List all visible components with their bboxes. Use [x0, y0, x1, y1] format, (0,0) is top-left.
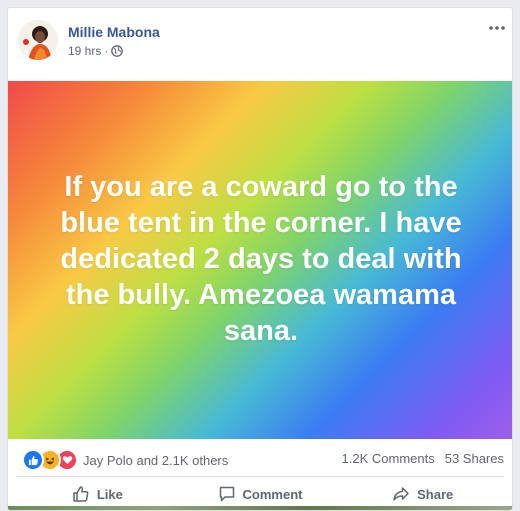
author-name[interactable]: Millie Mabona: [68, 24, 160, 40]
more-options-icon[interactable]: [486, 20, 508, 36]
like-label: Like: [96, 486, 123, 502]
comment-icon: [219, 486, 234, 502]
comments-count[interactable]: 1.2K Comments: [342, 451, 435, 466]
thumbs-up-icon: [73, 486, 89, 502]
reaction-summary[interactable]: Jay Polo and 2.1K others: [22, 449, 228, 471]
like-icon: [22, 449, 44, 471]
reaction-summary-text[interactable]: Jay Polo and 2.1K others: [83, 453, 228, 468]
globe-icon[interactable]: [111, 45, 124, 57]
profile-photo: [18, 20, 58, 60]
post-header: Millie Mabona 19 hrs ·: [8, 8, 512, 78]
avatar[interactable]: [18, 20, 58, 60]
share-label: Share: [417, 486, 454, 502]
shares-count[interactable]: 53 Shares: [445, 451, 504, 466]
post-meta: 19 hrs ·: [68, 44, 124, 58]
share-icon: [393, 487, 409, 501]
taskbar-edge: [8, 506, 512, 510]
post-card: Millie Mabona 19 hrs · If you are a cowa…: [7, 7, 513, 511]
gradient-status-background: If you are a coward go to the blue tent …: [8, 81, 512, 439]
post-text: If you are a coward go to the blue tent …: [60, 171, 462, 347]
comment-label: Comment: [242, 486, 303, 502]
post-time[interactable]: 19 hrs: [68, 44, 101, 58]
meta-separator: ·: [104, 44, 109, 58]
engagement-counts: 1.2K Comments 53 Shares: [342, 451, 504, 466]
post-stats: Jay Polo and 2.1K others 1.2K Comments 5…: [16, 440, 504, 477]
